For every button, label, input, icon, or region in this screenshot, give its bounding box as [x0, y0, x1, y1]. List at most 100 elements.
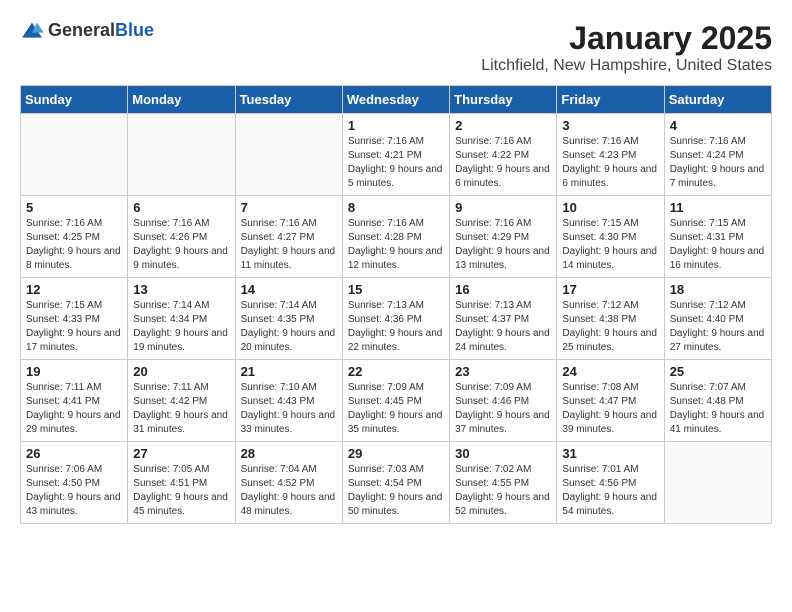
weekday-saturday: Saturday: [664, 86, 771, 114]
calendar-table: SundayMondayTuesdayWednesdayThursdayFrid…: [20, 85, 772, 524]
day-number: 14: [241, 282, 337, 297]
day-info: Sunrise: 7:16 AMSunset: 4:25 PMDaylight:…: [26, 217, 122, 273]
day-number: 17: [562, 282, 658, 297]
logo: GeneralBlue: [20, 20, 154, 41]
day-number: 2: [455, 118, 551, 133]
day-number: 23: [455, 364, 551, 379]
day-info: Sunrise: 7:06 AMSunset: 4:50 PMDaylight:…: [26, 463, 122, 519]
day-number: 30: [455, 446, 551, 461]
day-info: Sunrise: 7:16 AMSunset: 4:29 PMDaylight:…: [455, 217, 551, 273]
day-info: Sunrise: 7:02 AMSunset: 4:55 PMDaylight:…: [455, 463, 551, 519]
day-info: Sunrise: 7:16 AMSunset: 4:26 PMDaylight:…: [133, 217, 229, 273]
calendar-cell: 11 Sunrise: 7:15 AMSunset: 4:31 PMDayligh…: [664, 196, 771, 278]
day-number: 15: [348, 282, 444, 297]
day-info: Sunrise: 7:15 AMSunset: 4:30 PMDaylight:…: [562, 217, 658, 273]
week-row-2: 12 Sunrise: 7:15 AMSunset: 4:33 PMDayligh…: [21, 278, 772, 360]
calendar-cell: 25Sunrise: 7:07 AMSunset: 4:48 PMDayligh…: [664, 360, 771, 442]
calendar-cell: 3Sunrise: 7:16 AMSunset: 4:23 PMDaylight…: [557, 114, 664, 196]
calendar-cell: 23Sunrise: 7:09 AMSunset: 4:46 PMDayligh…: [450, 360, 557, 442]
day-number: 22: [348, 364, 444, 379]
calendar-cell: 19 Sunrise: 7:11 AMSunset: 4:41 PMDayligh…: [21, 360, 128, 442]
calendar-cell: 22 Sunrise: 7:09 AMSunset: 4:45 PMDayligh…: [342, 360, 449, 442]
week-row-4: 26 Sunrise: 7:06 AMSunset: 4:50 PMDayligh…: [21, 442, 772, 524]
calendar-cell: 24 Sunrise: 7:08 AMSunset: 4:47 PMDayligh…: [557, 360, 664, 442]
weekday-header-row: SundayMondayTuesdayWednesdayThursdayFrid…: [21, 86, 772, 114]
day-info: Sunrise: 7:13 AMSunset: 4:37 PMDaylight:…: [455, 299, 551, 355]
day-number: 24: [562, 364, 658, 379]
day-info: Sunrise: 7:05 AMSunset: 4:51 PMDaylight:…: [133, 463, 229, 519]
logo-general: GeneralBlue: [48, 20, 154, 41]
calendar-cell: 31Sunrise: 7:01 AMSunset: 4:56 PMDayligh…: [557, 442, 664, 524]
calendar-cell: 17 Sunrise: 7:12 AMSunset: 4:38 PMDayligh…: [557, 278, 664, 360]
day-info: Sunrise: 7:10 AMSunset: 4:43 PMDaylight:…: [241, 381, 337, 437]
day-number: 21: [241, 364, 337, 379]
calendar-cell: 20Sunrise: 7:11 AMSunset: 4:42 PMDayligh…: [128, 360, 235, 442]
weekday-friday: Friday: [557, 86, 664, 114]
day-number: 29: [348, 446, 444, 461]
header: GeneralBlue January 2025 Litchfield, New…: [20, 20, 772, 75]
title-area: January 2025 Litchfield, New Hampshire, …: [481, 20, 772, 75]
day-number: 11: [670, 200, 766, 215]
calendar-cell: 8Sunrise: 7:16 AMSunset: 4:28 PMDaylight…: [342, 196, 449, 278]
week-row-1: 5Sunrise: 7:16 AMSunset: 4:25 PMDaylight…: [21, 196, 772, 278]
day-number: 9: [455, 200, 551, 215]
day-number: 16: [455, 282, 551, 297]
calendar-cell: 6 Sunrise: 7:16 AMSunset: 4:26 PMDaylight…: [128, 196, 235, 278]
day-info: Sunrise: 7:16 AMSunset: 4:24 PMDaylight:…: [670, 135, 766, 191]
day-number: 6: [133, 200, 229, 215]
calendar-body: 1 Sunrise: 7:16 AMSunset: 4:21 PMDaylight…: [21, 114, 772, 524]
weekday-sunday: Sunday: [21, 86, 128, 114]
day-number: 19: [26, 364, 122, 379]
day-info: Sunrise: 7:12 AMSunset: 4:40 PMDaylight:…: [670, 299, 766, 355]
day-info: Sunrise: 7:14 AMSunset: 4:34 PMDaylight:…: [133, 299, 229, 355]
calendar-cell: 15 Sunrise: 7:13 AMSunset: 4:36 PMDayligh…: [342, 278, 449, 360]
calendar-cell: [664, 442, 771, 524]
calendar-cell: 27 Sunrise: 7:05 AMSunset: 4:51 PMDayligh…: [128, 442, 235, 524]
day-info: Sunrise: 7:15 AMSunset: 4:33 PMDaylight:…: [26, 299, 122, 355]
weekday-thursday: Thursday: [450, 86, 557, 114]
day-info: Sunrise: 7:12 AMSunset: 4:38 PMDaylight:…: [562, 299, 658, 355]
day-number: 26: [26, 446, 122, 461]
day-number: 31: [562, 446, 658, 461]
day-number: 12: [26, 282, 122, 297]
day-info: Sunrise: 7:16 AMSunset: 4:21 PMDaylight:…: [348, 135, 444, 191]
calendar-cell: 5Sunrise: 7:16 AMSunset: 4:25 PMDaylight…: [21, 196, 128, 278]
calendar-cell: 18 Sunrise: 7:12 AMSunset: 4:40 PMDayligh…: [664, 278, 771, 360]
calendar-cell: [128, 114, 235, 196]
week-row-3: 19 Sunrise: 7:11 AMSunset: 4:41 PMDayligh…: [21, 360, 772, 442]
day-number: 4: [670, 118, 766, 133]
day-info: Sunrise: 7:11 AMSunset: 4:42 PMDaylight:…: [133, 381, 229, 437]
day-info: Sunrise: 7:11 AMSunset: 4:41 PMDaylight:…: [26, 381, 122, 437]
day-number: 1: [348, 118, 444, 133]
day-info: Sunrise: 7:08 AMSunset: 4:47 PMDaylight:…: [562, 381, 658, 437]
day-info: Sunrise: 7:09 AMSunset: 4:45 PMDaylight:…: [348, 381, 444, 437]
calendar-cell: 12 Sunrise: 7:15 AMSunset: 4:33 PMDayligh…: [21, 278, 128, 360]
calendar-cell: 28 Sunrise: 7:04 AMSunset: 4:52 PMDayligh…: [235, 442, 342, 524]
day-info: Sunrise: 7:03 AMSunset: 4:54 PMDaylight:…: [348, 463, 444, 519]
day-number: 7: [241, 200, 337, 215]
calendar-cell: 1 Sunrise: 7:16 AMSunset: 4:21 PMDaylight…: [342, 114, 449, 196]
day-info: Sunrise: 7:04 AMSunset: 4:52 PMDaylight:…: [241, 463, 337, 519]
calendar-cell: [235, 114, 342, 196]
month-title: January 2025: [481, 20, 772, 57]
day-number: 18: [670, 282, 766, 297]
day-info: Sunrise: 7:13 AMSunset: 4:36 PMDaylight:…: [348, 299, 444, 355]
calendar-cell: 10 Sunrise: 7:15 AMSunset: 4:30 PMDayligh…: [557, 196, 664, 278]
logo-icon: [20, 21, 44, 41]
calendar-cell: 16 Sunrise: 7:13 AMSunset: 4:37 PMDayligh…: [450, 278, 557, 360]
day-number: 10: [562, 200, 658, 215]
calendar-cell: 21 Sunrise: 7:10 AMSunset: 4:43 PMDayligh…: [235, 360, 342, 442]
day-number: 27: [133, 446, 229, 461]
calendar-cell: 13Sunrise: 7:14 AMSunset: 4:34 PMDayligh…: [128, 278, 235, 360]
calendar-cell: 4 Sunrise: 7:16 AMSunset: 4:24 PMDaylight…: [664, 114, 771, 196]
calendar-cell: 14 Sunrise: 7:14 AMSunset: 4:35 PMDayligh…: [235, 278, 342, 360]
day-info: Sunrise: 7:15 AMSunset: 4:31 PMDaylight:…: [670, 217, 766, 273]
weekday-tuesday: Tuesday: [235, 86, 342, 114]
calendar-cell: 26 Sunrise: 7:06 AMSunset: 4:50 PMDayligh…: [21, 442, 128, 524]
calendar-cell: 7Sunrise: 7:16 AMSunset: 4:27 PMDaylight…: [235, 196, 342, 278]
day-info: Sunrise: 7:14 AMSunset: 4:35 PMDaylight:…: [241, 299, 337, 355]
week-row-0: 1 Sunrise: 7:16 AMSunset: 4:21 PMDaylight…: [21, 114, 772, 196]
day-number: 28: [241, 446, 337, 461]
day-number: 3: [562, 118, 658, 133]
calendar-cell: 2Sunrise: 7:16 AMSunset: 4:22 PMDaylight…: [450, 114, 557, 196]
